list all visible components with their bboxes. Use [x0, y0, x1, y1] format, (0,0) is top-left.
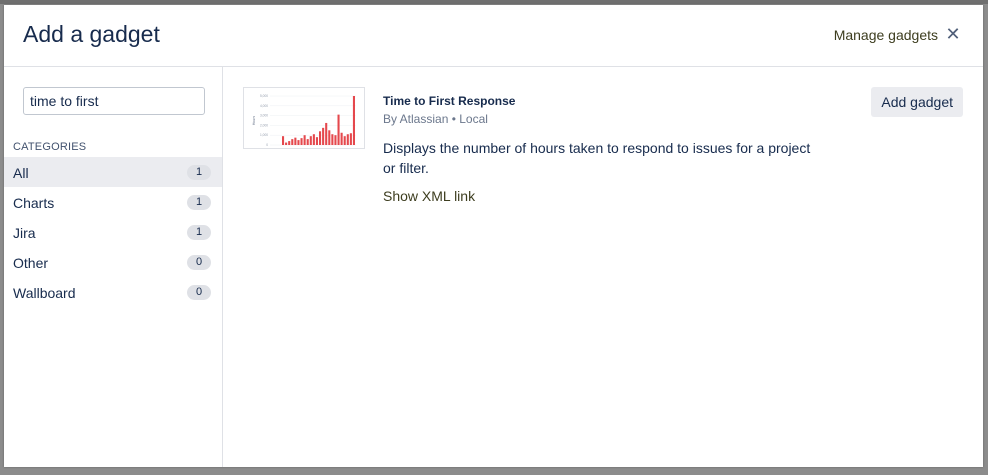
thumbnail-bar	[282, 136, 285, 145]
category-item-wallboard[interactable]: Wallboard 0	[4, 277, 222, 307]
thumbnail-bar	[306, 139, 309, 145]
category-item-other[interactable]: Other 0	[4, 247, 222, 277]
thumbnail-bar	[334, 135, 337, 145]
thumbnail-bar	[322, 127, 325, 145]
manage-gadgets-link[interactable]: Manage gadgets	[834, 27, 938, 43]
category-label: Wallboard	[13, 285, 76, 301]
category-label: All	[13, 165, 29, 181]
thumbnail-bar	[288, 141, 291, 145]
sidebar: CATEGORIES All 1 Charts 1 Jira 1 Other 0…	[4, 67, 223, 467]
add-gadget-button[interactable]: Add gadget	[871, 87, 963, 117]
thumbnail-chart: Hours 5,000 4,000 3,000 2,000 1,000 0	[252, 94, 356, 147]
thumbnail-bar	[319, 131, 322, 145]
thumbnail-y-tick: 3,000	[260, 114, 268, 118]
category-count-badge: 1	[187, 165, 211, 180]
thumbnail-bar	[297, 140, 300, 145]
category-count-badge: 1	[187, 195, 211, 210]
category-count-badge: 0	[187, 285, 211, 300]
thumbnail-y-tick: 5,000	[260, 94, 268, 98]
add-gadget-dialog: Add a gadget Manage gadgets ✕ CATEGORIES…	[4, 5, 983, 467]
gadget-thumbnail[interactable]: Hours 5,000 4,000 3,000 2,000 1,000 0	[243, 87, 365, 149]
category-item-all[interactable]: All 1	[4, 157, 222, 187]
thumbnail-bar	[291, 139, 294, 145]
thumbnail-bar	[337, 114, 340, 145]
thumbnail-bar	[331, 134, 334, 145]
category-item-jira[interactable]: Jira 1	[4, 217, 222, 247]
thumbnail-y-tick: 2,000	[260, 123, 268, 127]
thumbnail-y-tick: 4,000	[260, 104, 268, 108]
categories-heading: CATEGORIES	[13, 141, 87, 153]
thumbnail-bar	[312, 134, 315, 145]
category-label: Charts	[13, 195, 55, 211]
gadget-results: Hours 5,000 4,000 3,000 2,000 1,000 0 Time to …	[223, 67, 983, 467]
category-item-charts[interactable]: Charts 1	[4, 187, 222, 217]
thumbnail-y-tick: 0	[266, 143, 268, 147]
dialog-title: Add a gadget	[23, 21, 160, 47]
thumbnail-bar	[294, 137, 297, 145]
search-input[interactable]	[23, 87, 205, 115]
gadget-title: Time to First Response	[383, 94, 516, 108]
category-label: Other	[13, 255, 49, 271]
gadget-description: Displays the number of hours taken to re…	[383, 140, 811, 176]
thumbnail-bar	[352, 96, 355, 145]
close-icon[interactable]: ✕	[945, 25, 961, 43]
thumbnail-bar	[300, 138, 303, 145]
thumbnail-bar	[328, 130, 331, 145]
thumbnail-y-label: Hours	[252, 116, 256, 126]
thumbnail-bar	[349, 133, 352, 145]
thumbnail-bar	[346, 134, 349, 145]
thumbnail-bar	[325, 122, 328, 145]
thumbnail-bar	[285, 142, 288, 145]
category-label: Jira	[13, 225, 36, 241]
thumbnail-bar	[340, 132, 343, 145]
thumbnail-bar	[303, 135, 306, 145]
dialog-header: Add a gadget Manage gadgets ✕	[4, 5, 983, 67]
category-count-badge: 1	[187, 225, 211, 240]
gadget-author: By Atlassian • Local	[383, 112, 488, 126]
backdrop-stripe	[0, 0, 988, 4]
category-list: All 1 Charts 1 Jira 1 Other 0 Wallboard …	[4, 157, 222, 307]
category-count-badge: 0	[187, 255, 211, 270]
thumbnail-bar	[315, 137, 318, 145]
show-xml-link[interactable]: Show XML link	[383, 188, 475, 204]
thumbnail-y-tick: 1,000	[260, 133, 268, 137]
thumbnail-bar	[309, 136, 312, 145]
thumbnail-bar	[343, 136, 346, 145]
